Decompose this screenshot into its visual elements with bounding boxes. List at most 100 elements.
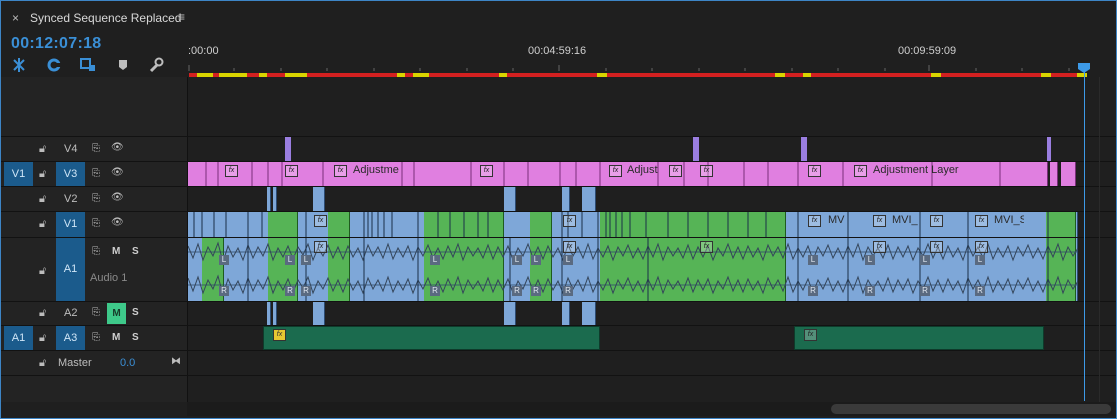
sync-lock-icon[interactable]: ⎘ — [92, 143, 100, 154]
timeline-panel: × Synced Sequence Replaced ≡ 00:12:07:18… — [0, 0, 1117, 419]
a2-clip[interactable] — [273, 302, 277, 325]
channel-right-badge: R — [531, 286, 541, 296]
track-header-v2: 🔓︎ V2 ⎘ 👁︎ — [1, 187, 187, 211]
channel-right-badge: R — [301, 286, 311, 296]
a2-clip[interactable] — [504, 302, 516, 325]
sync-lock-icon[interactable]: ⎘ — [92, 332, 100, 343]
v2-clip[interactable] — [313, 187, 325, 211]
ruler-tick-label: 00:09:59:09 — [898, 45, 957, 57]
playhead-timecode[interactable]: 00:12:07:18 — [11, 35, 101, 53]
clip-name: MVI_ — [892, 214, 918, 226]
timeline-tracks[interactable]: fx fx fx Adjustme fx fx Adjust fx fx fx … — [188, 77, 1084, 402]
lock-icon[interactable]: 🔓︎ — [39, 218, 46, 231]
close-tab-icon[interactable]: × — [12, 11, 19, 25]
a2-clip[interactable] — [267, 302, 271, 325]
ruler-ticks — [188, 65, 1070, 71]
a3-audio-clip[interactable] — [794, 326, 1044, 350]
lock-icon[interactable]: 🔓︎ — [39, 143, 46, 156]
master-volume-value[interactable]: 0.0 — [120, 357, 135, 369]
channel-left-badge: L — [285, 255, 295, 265]
v2-clip[interactable] — [273, 187, 277, 211]
lock-icon[interactable]: 🔓︎ — [39, 307, 46, 320]
sync-lock-icon[interactable]: ⎘ — [92, 307, 100, 318]
v2-clip[interactable] — [582, 187, 596, 211]
eye-icon[interactable]: 👁︎ — [111, 192, 124, 203]
snap-icon[interactable] — [10, 57, 28, 75]
track-header-a2: 🔓︎ A2 ⎘ M S — [1, 302, 187, 325]
track-header-v3: V1 🔓︎ V3 ⎘ 👁︎ — [1, 162, 187, 186]
v4-clip[interactable] — [693, 137, 699, 161]
sync-lock-icon[interactable]: ⎘ — [92, 218, 100, 229]
fx-badge: fx — [808, 165, 821, 177]
track-label-v3[interactable]: V3 — [56, 162, 85, 186]
channel-right-badge: R — [219, 286, 229, 296]
mute-button[interactable]: M — [112, 332, 120, 343]
v2-clip[interactable] — [562, 187, 570, 211]
fx-badge: fx — [285, 165, 298, 177]
v2-clip[interactable] — [504, 187, 516, 211]
sequence-tab-title[interactable]: Synced Sequence Replaced — [30, 11, 181, 25]
fx-badge: fx — [314, 215, 327, 227]
lock-icon[interactable]: 🔓︎ — [39, 168, 46, 181]
clip-name: Adjustment Layer — [873, 164, 959, 176]
fx-badge: fx — [669, 165, 682, 177]
fx-badge: fx — [804, 329, 817, 341]
master-label: Master — [58, 357, 92, 369]
track-label-a1[interactable]: A1 — [56, 238, 85, 301]
v4-clip[interactable] — [285, 137, 291, 161]
v4-clip[interactable] — [801, 137, 807, 161]
clip-name: MVI_S — [994, 214, 1024, 226]
add-marker-mode-icon[interactable] — [79, 57, 97, 75]
track-label-a2[interactable]: A2 — [64, 307, 77, 319]
source-patch-v1[interactable]: V1 — [4, 162, 33, 186]
ruler-tick-label: :00:00 — [188, 45, 219, 57]
channel-left-badge: L — [975, 255, 985, 265]
channel-right-badge: R — [563, 286, 573, 296]
fx-badge: fx — [273, 329, 286, 341]
solo-button[interactable]: S — [132, 307, 139, 318]
a2-clip[interactable] — [562, 302, 570, 325]
clip-name: MV — [828, 214, 845, 226]
fx-badge: fx — [808, 215, 821, 227]
fx-badge: fx — [334, 165, 347, 177]
fx-badge: fx — [854, 165, 867, 177]
solo-button[interactable]: S — [132, 332, 139, 343]
playhead-line[interactable] — [1084, 71, 1085, 401]
eye-icon[interactable]: 👁︎ — [111, 217, 124, 228]
lock-icon[interactable]: 🔓︎ — [39, 332, 46, 345]
solo-button[interactable]: S — [132, 246, 139, 257]
lock-icon[interactable]: 🔓︎ — [39, 193, 46, 206]
channel-right-badge: R — [920, 286, 930, 296]
sync-lock-icon[interactable]: ⎘ — [92, 193, 100, 204]
fx-badge: fx — [930, 215, 943, 227]
eye-icon[interactable]: 👁︎ — [111, 142, 124, 153]
clip-name: Adjustme — [353, 164, 399, 176]
sync-lock-icon[interactable]: ⎘ — [92, 168, 100, 179]
lock-icon[interactable]: 🔓︎ — [39, 265, 46, 278]
mute-button-active[interactable]: M — [107, 303, 126, 324]
lock-icon[interactable]: 🔓︎ — [39, 357, 46, 370]
sync-lock-icon[interactable]: ⎘ — [92, 246, 100, 257]
a2-clip[interactable] — [313, 302, 325, 325]
fx-badge: fx — [873, 241, 886, 253]
a3-audio-clip[interactable] — [263, 326, 600, 350]
track-label-a3[interactable]: A3 — [56, 326, 85, 350]
a2-clip[interactable] — [582, 302, 596, 325]
eye-icon[interactable]: 👁︎ — [111, 167, 124, 178]
v2-clip[interactable] — [267, 187, 271, 211]
mute-button[interactable]: M — [112, 246, 120, 257]
track-label-v4[interactable]: V4 — [64, 143, 77, 155]
track-header-v4: 🔓︎ V4 ⎘ 👁︎ — [1, 137, 187, 161]
wrench-settings-icon[interactable] — [147, 57, 165, 75]
horizontal-scroll-thumb[interactable] — [831, 404, 1111, 414]
panel-menu-icon[interactable]: ≡ — [178, 10, 185, 24]
channel-left-badge: L — [531, 255, 541, 265]
source-patch-a1[interactable]: A1 — [4, 326, 33, 350]
marker-icon[interactable] — [114, 57, 132, 75]
track-label-v1[interactable]: V1 — [56, 212, 85, 237]
channel-left-badge: L — [808, 255, 818, 265]
track-label-v2[interactable]: V2 — [64, 193, 77, 205]
go-to-end-icon[interactable]: ⧓ — [171, 356, 181, 367]
v4-clip[interactable] — [1047, 137, 1051, 161]
linked-selection-icon[interactable] — [45, 57, 63, 75]
